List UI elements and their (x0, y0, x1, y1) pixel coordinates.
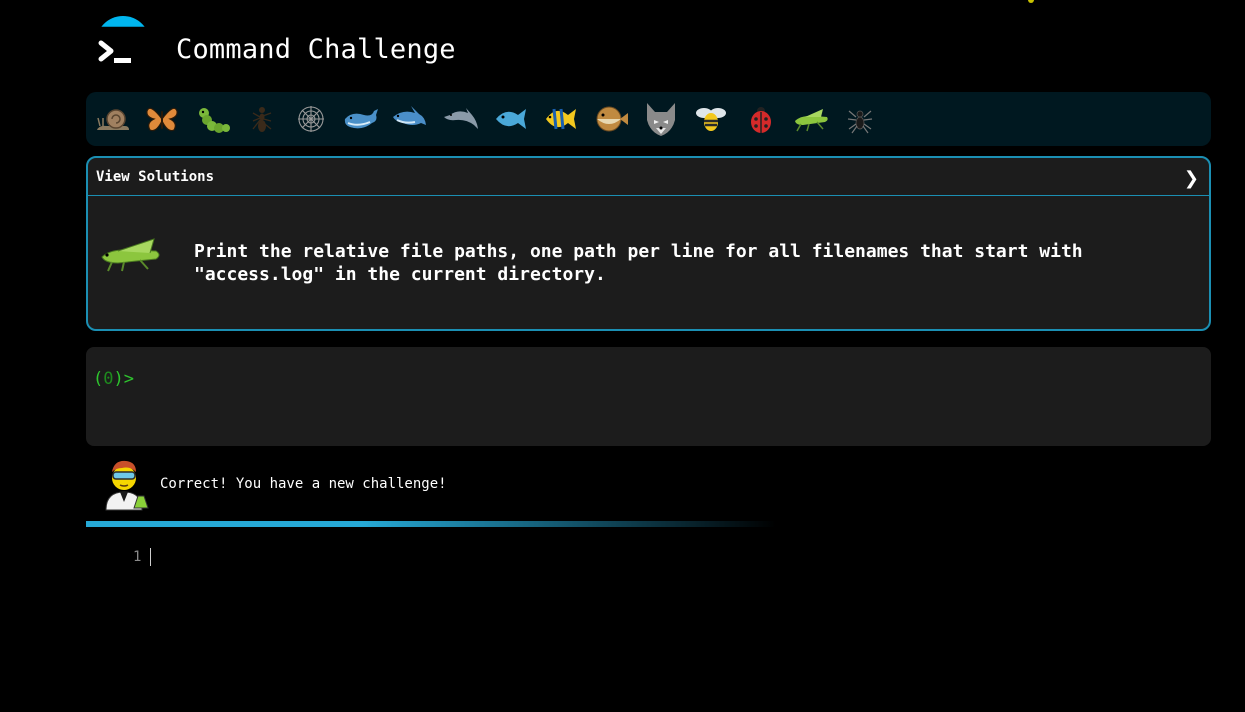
view-solutions-label: View Solutions (96, 169, 215, 185)
feedback-message: Correct! You have a new challenge! (160, 476, 447, 492)
spider-icon[interactable] (840, 99, 880, 139)
snail-icon[interactable] (93, 99, 133, 139)
dolphin-icon[interactable] (441, 99, 481, 139)
scientist-icon (100, 456, 152, 516)
challenge-description: Print the relative file paths, one path … (194, 241, 1083, 285)
prompt-close: )> (113, 369, 134, 389)
page-title: Command Challenge (176, 34, 456, 65)
prompt-count: 0 (103, 369, 114, 389)
text-cursor (150, 548, 151, 566)
whale-icon[interactable] (341, 99, 381, 139)
blowfish-icon[interactable] (591, 99, 631, 139)
spider-web-icon[interactable] (291, 99, 331, 139)
code-editor[interactable] (152, 545, 1206, 699)
fish-icon[interactable] (491, 99, 531, 139)
terminal-prompt: (0)> (93, 369, 134, 389)
view-solutions-toggle[interactable]: View Solutions ❯ (88, 158, 1209, 196)
shark-icon[interactable] (390, 99, 430, 139)
bee-icon[interactable] (691, 99, 731, 139)
terminal[interactable]: (0)> (86, 347, 1211, 446)
command-challenge-page: Command Challenge View Solutions ❯ Print… (0, 0, 1245, 712)
caterpillar-icon[interactable] (192, 99, 232, 139)
challenge-emoji-bar (86, 92, 1211, 146)
butterfly-icon[interactable] (142, 99, 182, 139)
progress-bar (86, 521, 776, 527)
ant-icon[interactable] (242, 99, 282, 139)
cricket-icon[interactable] (791, 99, 831, 139)
tropical-fish-icon[interactable] (541, 99, 581, 139)
status-dot (1028, 0, 1034, 3)
chevron-right-icon: ❯ (1183, 168, 1199, 189)
line-number: 1 (133, 549, 142, 565)
wolf-icon[interactable] (641, 99, 681, 139)
cricket-icon (98, 235, 166, 279)
terminal-input[interactable] (136, 365, 1200, 393)
logo[interactable] (92, 16, 152, 76)
terminal-prompt-icon (98, 40, 131, 63)
ladybug-icon[interactable] (741, 99, 781, 139)
challenge-panel: View Solutions ❯ Print the relative file… (86, 156, 1211, 331)
prompt-open: ( (93, 369, 104, 389)
